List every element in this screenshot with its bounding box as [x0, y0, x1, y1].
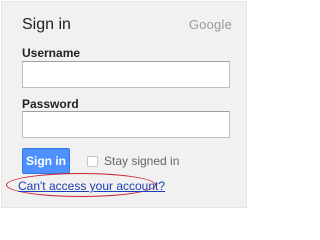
stay-signed-in-label: Stay signed in	[104, 154, 180, 168]
username-label: Username	[22, 46, 81, 60]
cant-access-account-link[interactable]: Can't access your account?	[18, 179, 165, 193]
stay-signed-in-checkbox[interactable]	[87, 155, 98, 167]
google-logo: Google	[188, 17, 232, 32]
username-field[interactable]	[22, 61, 230, 88]
password-label: Password	[22, 97, 79, 111]
signin-button[interactable]: Sign in	[22, 148, 70, 174]
stay-signed-in[interactable]: Stay signed in	[87, 154, 179, 168]
password-field[interactable]	[22, 111, 230, 138]
signin-title: Sign in	[22, 16, 71, 33]
